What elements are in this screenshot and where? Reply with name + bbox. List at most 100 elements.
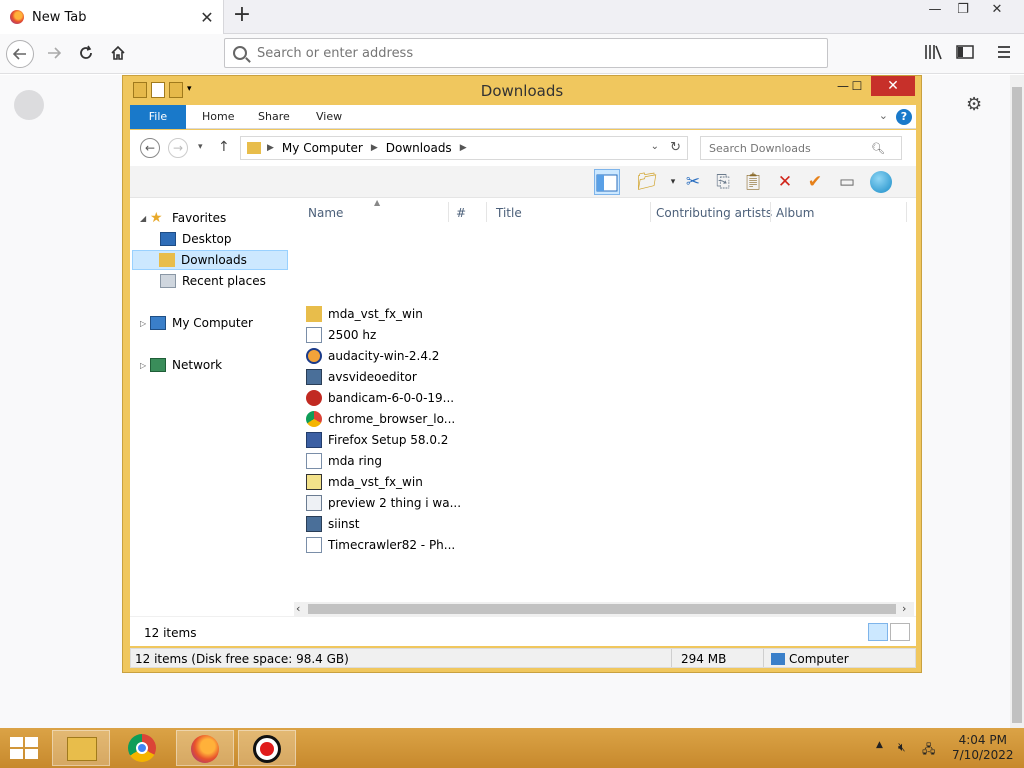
- column-divider[interactable]: [486, 202, 487, 222]
- search-box[interactable]: 🔍︎: [700, 136, 902, 160]
- reload-button[interactable]: [72, 40, 100, 68]
- tab-home[interactable]: Home: [190, 105, 246, 129]
- up-arrow-icon[interactable]: ↑: [218, 139, 230, 155]
- file-row[interactable]: avsvideoeditor: [306, 366, 417, 387]
- show-hidden-icons-icon[interactable]: ▲: [876, 740, 883, 750]
- address-bar[interactable]: ▶ My Computer ▶ Downloads ▶ ⌄ ↻: [240, 136, 688, 160]
- collapsed-arrow-icon[interactable]: ▷: [140, 361, 150, 370]
- file-row[interactable]: 2500 hz: [306, 324, 376, 345]
- browser-close-button[interactable]: ✕: [982, 0, 1012, 22]
- column-header-contributing-artists[interactable]: Contributing artists: [656, 206, 772, 220]
- taskbar-chrome[interactable]: [114, 730, 172, 766]
- back-arrow-icon[interactable]: ←: [140, 138, 160, 158]
- nav-downloads[interactable]: Downloads: [132, 250, 288, 270]
- sort-ascending-icon: ▲: [374, 198, 381, 207]
- column-header-album[interactable]: Album: [776, 206, 814, 220]
- collapsed-arrow-icon[interactable]: ▷: [140, 319, 150, 328]
- tab-file[interactable]: File: [130, 105, 186, 129]
- recent-locations-icon[interactable]: ▾: [198, 142, 203, 152]
- scroll-right-icon[interactable]: ›: [902, 602, 906, 616]
- expand-ribbon-icon[interactable]: ⌄: [879, 109, 888, 122]
- nav-favorites[interactable]: ◢ ★ Favorites: [140, 208, 226, 228]
- search-input[interactable]: [701, 141, 871, 155]
- scroll-left-icon[interactable]: ‹: [296, 602, 300, 616]
- cut-icon[interactable]: ✂: [680, 169, 706, 195]
- browser-tab-new-tab[interactable]: New Tab ✕: [0, 0, 224, 34]
- sidebar-icon[interactable]: [956, 44, 974, 64]
- file-row[interactable]: audacity-win-2.4.2: [306, 345, 439, 366]
- tab-view[interactable]: View: [304, 105, 354, 129]
- explorer-close-button[interactable]: ✕: [871, 76, 915, 96]
- nav-my-computer[interactable]: ▷ My Computer: [140, 313, 253, 333]
- breadcrumb-my-computer[interactable]: My Computer: [282, 141, 363, 155]
- taskbar-file-explorer[interactable]: [52, 730, 110, 766]
- browser-restore-button[interactable]: ❐: [948, 0, 978, 22]
- file-name: Firefox Setup 58.0.2: [328, 432, 449, 447]
- rename-icon[interactable]: ▭: [834, 169, 860, 195]
- chevron-down-icon[interactable]: ⌄: [651, 141, 659, 152]
- page-scrollbar-thumb[interactable]: [1012, 87, 1022, 723]
- horizontal-scrollbar-thumb[interactable]: [308, 604, 896, 614]
- folder-icon: [306, 305, 322, 322]
- column-divider[interactable]: [770, 202, 771, 222]
- nav-network[interactable]: ▷ Network: [140, 355, 222, 375]
- network-tray-icon[interactable]: 🖧︎: [922, 740, 935, 761]
- file-row[interactable]: chrome_browser_lo...: [306, 408, 455, 429]
- check-icon[interactable]: ✔: [802, 169, 828, 195]
- folder-icon: [67, 737, 97, 761]
- page-scrollbar[interactable]: [1010, 75, 1024, 728]
- file-row[interactable]: mda_vst_fx_win: [306, 303, 423, 324]
- taskbar-recorder[interactable]: [238, 730, 296, 766]
- taskbar-clock[interactable]: 4:04 PM 7/10/2022: [952, 733, 1014, 763]
- help-icon[interactable]: ?: [896, 109, 912, 125]
- browser-minimize-button[interactable]: —: [920, 0, 950, 22]
- nav-desktop[interactable]: Desktop: [160, 229, 232, 249]
- column-divider[interactable]: [650, 202, 651, 222]
- file-row[interactable]: preview 2 thing i wa...: [306, 492, 461, 513]
- breadcrumb-downloads[interactable]: Downloads: [386, 141, 452, 155]
- gear-icon[interactable]: ⚙: [966, 94, 982, 115]
- volume-muted-icon[interactable]: 🔇︎: [898, 740, 906, 755]
- taskbar-firefox[interactable]: [176, 730, 234, 766]
- paste-icon[interactable]: 📋︎: [740, 169, 766, 195]
- explorer-maximize-button[interactable]: ☐: [843, 76, 871, 96]
- file-row[interactable]: Firefox Setup 58.0.2: [306, 429, 448, 450]
- forward-arrow-icon[interactable]: →: [168, 138, 188, 158]
- refresh-icon[interactable]: ↻: [670, 140, 681, 155]
- file-row[interactable]: siinst: [306, 513, 359, 534]
- url-input[interactable]: [257, 45, 797, 61]
- horizontal-scrollbar[interactable]: ‹ ›: [294, 602, 914, 616]
- chevron-right-icon: ▶: [267, 143, 274, 153]
- file-row[interactable]: Timecrawler82 - Ph...: [306, 534, 455, 555]
- back-button[interactable]: [6, 40, 34, 68]
- copy-icon[interactable]: ⎘: [710, 169, 736, 195]
- details-view-icon[interactable]: [868, 623, 888, 641]
- url-bar[interactable]: [224, 38, 828, 68]
- forward-button[interactable]: [40, 40, 68, 68]
- folder-options-icon[interactable]: 📁︎: [634, 169, 660, 195]
- nav-recent-places[interactable]: Recent places: [160, 271, 266, 291]
- file-row[interactable]: mda ring: [306, 450, 382, 471]
- home-icon: [111, 45, 125, 60]
- explorer-window: ▾ Downloads — ☐ ✕ File Home Share View ⌄…: [122, 75, 922, 673]
- windows-start-icon[interactable]: [10, 737, 38, 759]
- menu-hamburger-icon[interactable]: [996, 44, 1012, 64]
- library-icon[interactable]: [924, 44, 942, 64]
- network-globe-icon[interactable]: [868, 169, 894, 195]
- column-divider[interactable]: [448, 202, 449, 222]
- preview-pane-button[interactable]: [594, 169, 620, 195]
- tab-share[interactable]: Share: [246, 105, 302, 129]
- new-tab-button[interactable]: +: [230, 4, 254, 28]
- home-button[interactable]: [104, 40, 132, 68]
- delete-icon[interactable]: ✕: [772, 169, 798, 195]
- large-icons-view-icon[interactable]: [890, 623, 910, 641]
- tab-close-icon[interactable]: ✕: [197, 8, 217, 27]
- file-row[interactable]: mda_vst_fx_win: [306, 471, 423, 492]
- expanded-arrow-icon[interactable]: ◢: [140, 214, 150, 223]
- column-divider[interactable]: [906, 202, 907, 222]
- file-row[interactable]: bandicam-6-0-0-19...: [306, 387, 454, 408]
- column-header-title[interactable]: Title: [496, 206, 522, 220]
- column-header-name[interactable]: Name: [308, 206, 343, 220]
- column-header-number[interactable]: #: [456, 206, 466, 220]
- explorer-titlebar[interactable]: ▾ Downloads — ☐ ✕: [123, 76, 921, 104]
